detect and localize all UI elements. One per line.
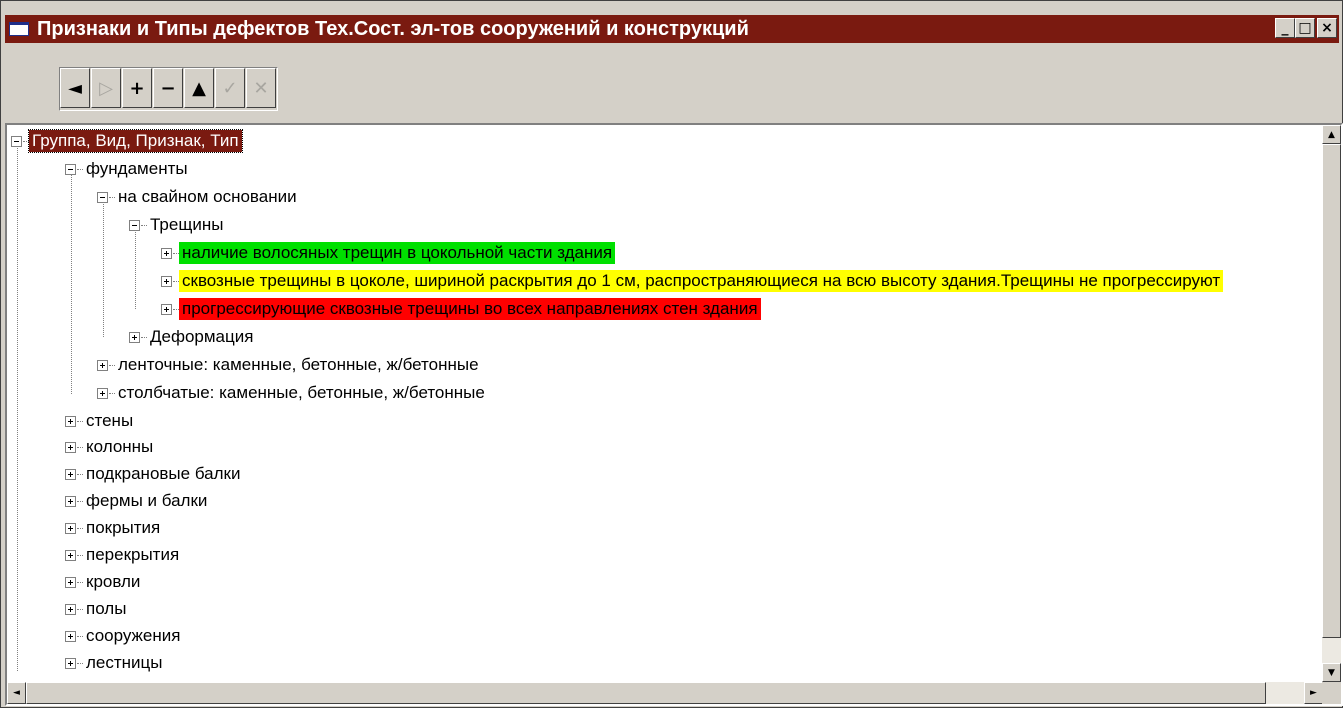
tree-node-label[interactable]: покрытия bbox=[83, 517, 163, 539]
expand-icon[interactable] bbox=[65, 468, 76, 480]
tree-node-pile-foundation[interactable]: на свайном основании bbox=[97, 185, 300, 209]
tree-node-coverings[interactable]: покрытия bbox=[65, 516, 163, 540]
tree-node-cracks[interactable]: Трещины bbox=[129, 213, 226, 237]
size-grip[interactable] bbox=[1322, 682, 1341, 704]
tree-node-label[interactable]: столбчатые: каменные, бетонные, ж/бетонн… bbox=[115, 382, 488, 404]
edit-button[interactable]: ▲ bbox=[184, 68, 214, 108]
expand-icon[interactable] bbox=[65, 495, 76, 507]
expand-icon[interactable] bbox=[65, 576, 76, 588]
tree-node-crane-beams[interactable]: подкрановые балки bbox=[65, 462, 243, 486]
tree-node-label[interactable]: перекрытия bbox=[83, 544, 182, 566]
tree-node-floor-slabs[interactable]: перекрытия bbox=[65, 543, 182, 567]
window-icon bbox=[9, 22, 29, 36]
expand-icon[interactable] bbox=[161, 275, 172, 287]
window-controls: _ □ × bbox=[1275, 18, 1337, 38]
tree-node-label[interactable]: кровли bbox=[83, 571, 143, 593]
collapse-icon[interactable] bbox=[65, 163, 76, 175]
window-title: Признаки и Типы дефектов Тех.Сост. эл-то… bbox=[37, 18, 749, 40]
scroll-left-button[interactable]: ◄ bbox=[7, 682, 26, 704]
tree-node-trusses[interactable]: фермы и балки bbox=[65, 489, 210, 513]
horizontal-scrollbar[interactable]: ◄ ► bbox=[7, 682, 1323, 704]
expand-icon[interactable] bbox=[65, 522, 76, 534]
tree-node-foundations[interactable]: фундаменты bbox=[65, 157, 191, 181]
expand-icon[interactable] bbox=[65, 603, 76, 615]
next-button[interactable]: ▷ bbox=[91, 68, 121, 108]
tree-node-crack-red[interactable]: прогрессирующие сквозные трещины во всех… bbox=[161, 297, 761, 321]
collapse-icon[interactable] bbox=[97, 191, 108, 203]
tree-node-label[interactable]: ленточные: каменные, бетонные, ж/бетонны… bbox=[115, 354, 482, 376]
tree-line-pile bbox=[103, 197, 104, 337]
tree-node-label[interactable]: фермы и балки bbox=[83, 490, 210, 512]
tree-node-walls[interactable]: стены bbox=[65, 409, 136, 433]
expand-icon[interactable] bbox=[161, 303, 172, 315]
collapse-icon[interactable] bbox=[11, 135, 22, 147]
navigator-toolbar: ◄ ▷ + − ▲ ✓ ✕ bbox=[59, 67, 278, 111]
tree-node-label[interactable]: сооружения bbox=[83, 625, 183, 647]
tree-node-columns[interactable]: колонны bbox=[65, 435, 156, 459]
expand-icon[interactable] bbox=[65, 415, 76, 427]
tree-node-label[interactable]: Деформация bbox=[147, 326, 256, 348]
maximize-button[interactable]: □ bbox=[1295, 18, 1315, 38]
tree-line-foundations bbox=[71, 169, 72, 394]
tree-node-column-foundation[interactable]: столбчатые: каменные, бетонные, ж/бетонн… bbox=[97, 381, 488, 405]
tree-node-label[interactable]: лестницы bbox=[83, 652, 166, 674]
tree-node-label[interactable]: колонны bbox=[83, 436, 156, 458]
expand-icon[interactable] bbox=[65, 441, 76, 453]
tree-node-deformation[interactable]: Деформация bbox=[129, 325, 256, 349]
expand-icon[interactable] bbox=[129, 331, 140, 343]
title-bar[interactable]: Признаки и Типы дефектов Тех.Сост. эл-то… bbox=[5, 15, 1339, 43]
tree-node-structures[interactable]: сооружения bbox=[65, 624, 183, 648]
tree-node-crack-yellow[interactable]: сквозные трещины в цоколе, шириной раскр… bbox=[161, 269, 1224, 293]
tree-line-cracks bbox=[135, 225, 136, 309]
tree-node-roofs[interactable]: кровли bbox=[65, 570, 143, 594]
minimize-button[interactable]: _ bbox=[1275, 18, 1295, 38]
delete-button[interactable]: − bbox=[153, 68, 183, 108]
tree-line-root bbox=[17, 143, 18, 671]
collapse-icon[interactable] bbox=[129, 219, 140, 231]
tree-node-floors[interactable]: полы bbox=[65, 597, 129, 621]
scroll-up-button[interactable]: ▲ bbox=[1322, 125, 1341, 144]
tree-node-stairs[interactable]: лестницы bbox=[65, 651, 166, 675]
tree-node-label[interactable]: полы bbox=[83, 598, 129, 620]
tree-node-label[interactable]: стены bbox=[83, 410, 136, 432]
horizontal-scroll-thumb[interactable] bbox=[26, 682, 1266, 704]
tree-node-root[interactable]: Группа, Вид, Признак, Тип bbox=[11, 129, 243, 153]
expand-icon[interactable] bbox=[65, 630, 76, 642]
scroll-down-button[interactable]: ▼ bbox=[1322, 663, 1341, 682]
tree-node-label[interactable]: фундаменты bbox=[83, 158, 191, 180]
tree-node-label[interactable]: сквозные трещины в цоколе, шириной раскр… bbox=[179, 270, 1224, 292]
cancel-button[interactable]: ✕ bbox=[246, 68, 276, 108]
expand-icon[interactable] bbox=[97, 359, 108, 371]
tree-node-strip-foundation[interactable]: ленточные: каменные, бетонные, ж/бетонны… bbox=[97, 353, 482, 377]
tree-node-label[interactable]: Трещины bbox=[147, 214, 226, 236]
tree-node-crack-green[interactable]: наличие волосяных трещин в цокольной час… bbox=[161, 241, 616, 265]
tree-node-label[interactable]: Группа, Вид, Признак, Тип bbox=[28, 129, 243, 153]
prior-button[interactable]: ◄ bbox=[60, 68, 90, 108]
tree-node-label[interactable]: на свайном основании bbox=[115, 186, 300, 208]
vertical-scroll-thumb[interactable] bbox=[1322, 144, 1341, 638]
defect-tree[interactable]: Группа, Вид, Признак, Тип фундаменты на … bbox=[5, 123, 1343, 706]
post-button[interactable]: ✓ bbox=[215, 68, 245, 108]
expand-icon[interactable] bbox=[161, 247, 172, 259]
scroll-right-button[interactable]: ► bbox=[1304, 682, 1323, 704]
tree-node-label[interactable]: наличие волосяных трещин в цокольной час… bbox=[179, 242, 616, 264]
expand-icon[interactable] bbox=[65, 549, 76, 561]
expand-icon[interactable] bbox=[65, 657, 76, 669]
app-window: Признаки и Типы дефектов Тех.Сост. эл-то… bbox=[0, 0, 1343, 708]
insert-button[interactable]: + bbox=[122, 68, 152, 108]
tree-node-label[interactable]: прогрессирующие сквозные трещины во всех… bbox=[179, 298, 761, 320]
close-button[interactable]: × bbox=[1317, 18, 1337, 38]
tree-node-label[interactable]: подкрановые балки bbox=[83, 463, 243, 485]
vertical-scrollbar[interactable]: ▲ ▼ bbox=[1322, 125, 1341, 682]
expand-icon[interactable] bbox=[97, 387, 108, 399]
tree-viewport: Группа, Вид, Признак, Тип фундаменты на … bbox=[7, 125, 1323, 682]
